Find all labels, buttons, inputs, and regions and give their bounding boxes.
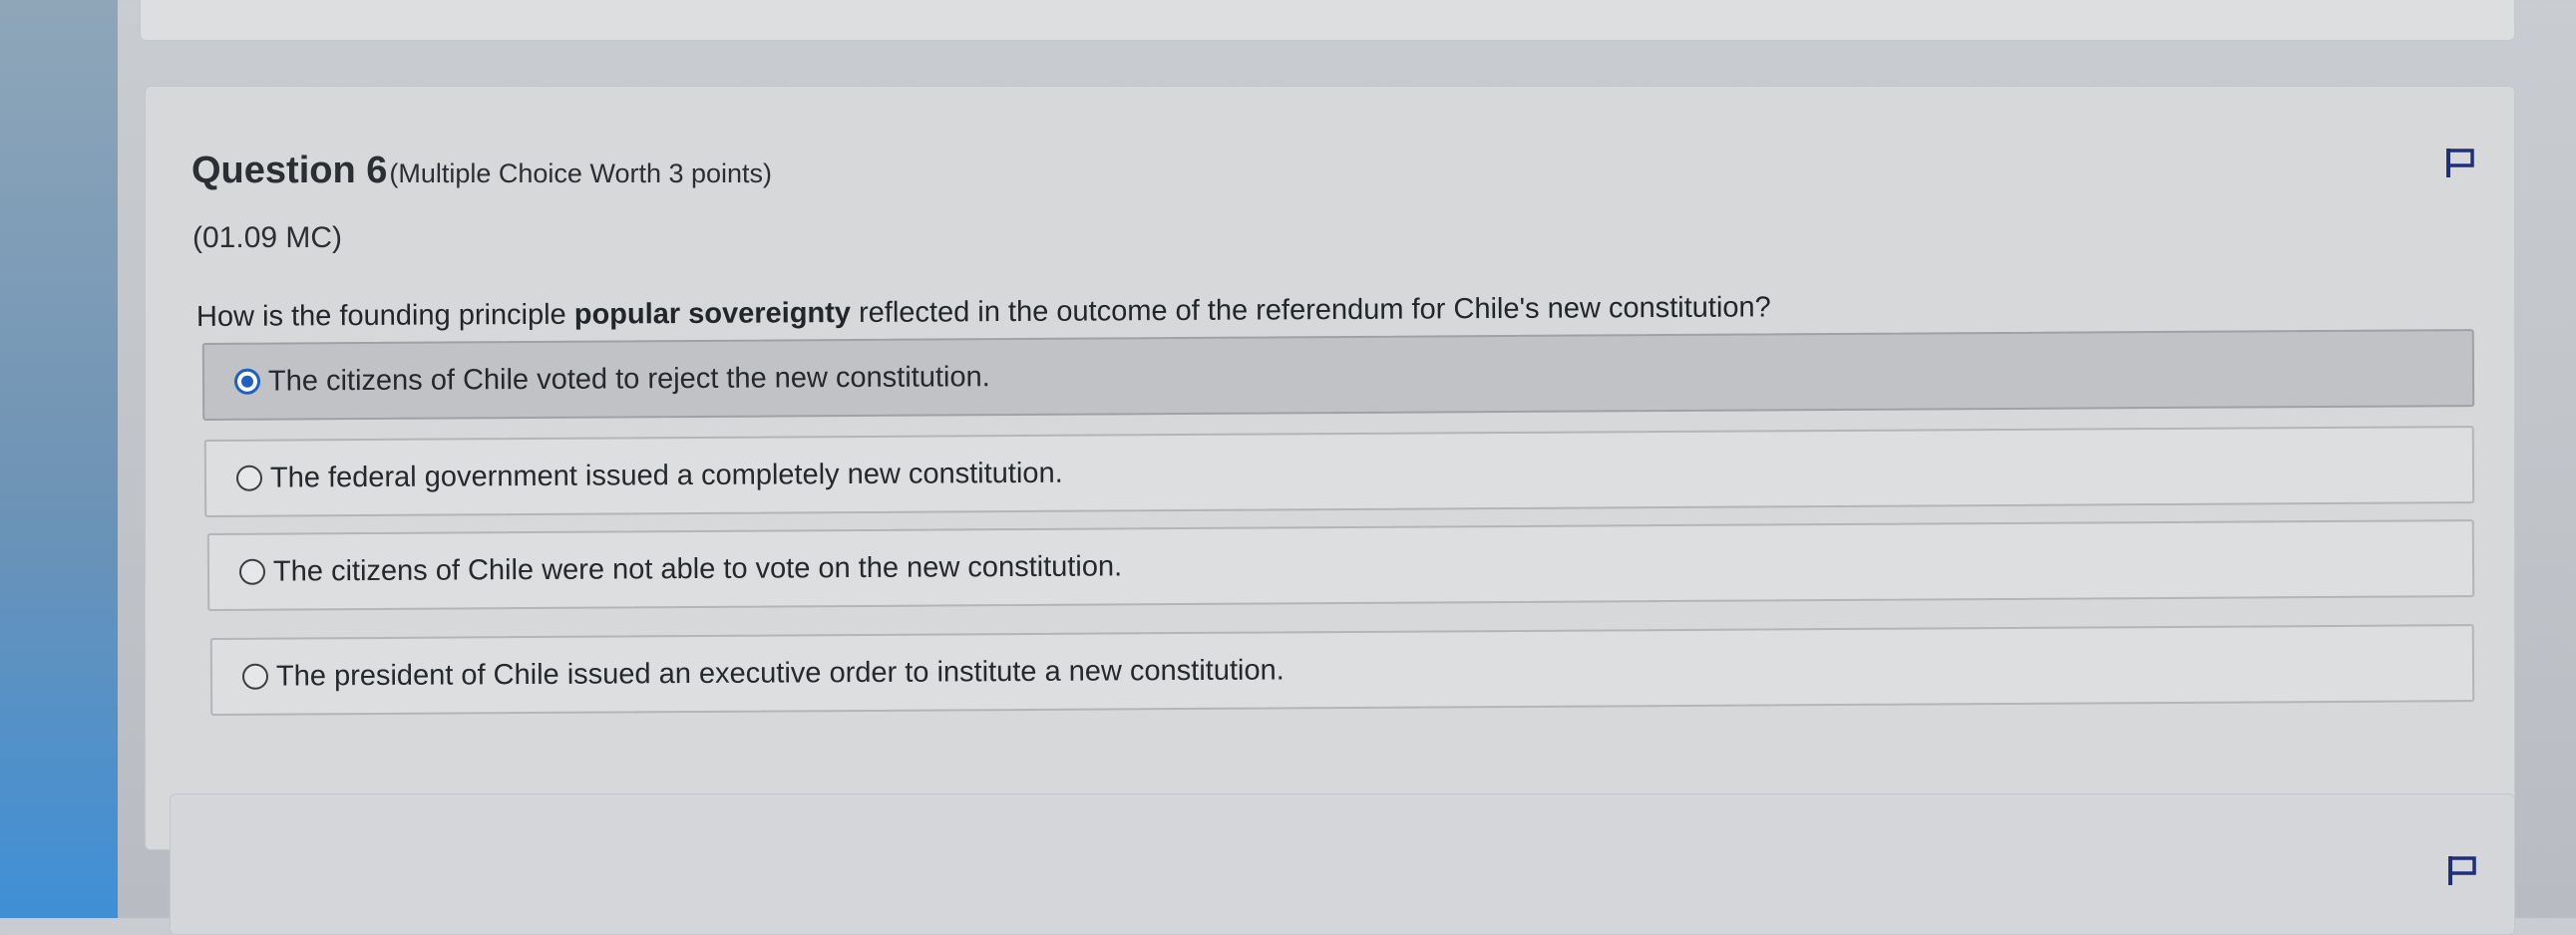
answer-option[interactable]: The citizens of Chile were not able to v… — [206, 519, 2475, 611]
prompt-text-after: reflected in the outcome of the referend… — [850, 291, 1771, 329]
question-code: (01.09 MC) — [192, 221, 343, 254]
question-meta: (Multiple Choice Worth 3 points) — [389, 158, 773, 188]
answer-option-label: The citizens of Chile were not able to v… — [272, 549, 1123, 588]
answer-option[interactable]: The citizens of Chile voted to reject th… — [201, 329, 2475, 421]
prompt-key-term: popular sovereignty — [573, 296, 852, 331]
radio-button[interactable] — [241, 663, 269, 690]
answer-option[interactable]: The federal government issued a complete… — [203, 426, 2475, 517]
question-heading: Question 6 (Multiple Choice Worth 3 poin… — [191, 150, 772, 192]
answer-option[interactable]: The president of Chile issued an executi… — [209, 624, 2475, 716]
background-edge — [0, 0, 118, 918]
prompt-text-before: How is the founding principle — [195, 298, 574, 333]
radio-button[interactable] — [235, 465, 263, 491]
radio-button[interactable] — [238, 558, 266, 585]
answer-option-label: The federal government issued a complete… — [269, 457, 1063, 494]
previous-question-card — [140, 0, 2515, 41]
answer-option-label: The president of Chile issued an executi… — [275, 653, 1285, 693]
next-question-card — [170, 793, 2515, 935]
question-title: Question 6 — [191, 150, 388, 191]
flag-icon[interactable] — [2446, 853, 2478, 887]
answer-option-label: The citizens of Chile voted to reject th… — [267, 360, 990, 398]
flag-icon[interactable] — [2444, 146, 2476, 179]
radio-button-selected[interactable] — [233, 368, 261, 395]
